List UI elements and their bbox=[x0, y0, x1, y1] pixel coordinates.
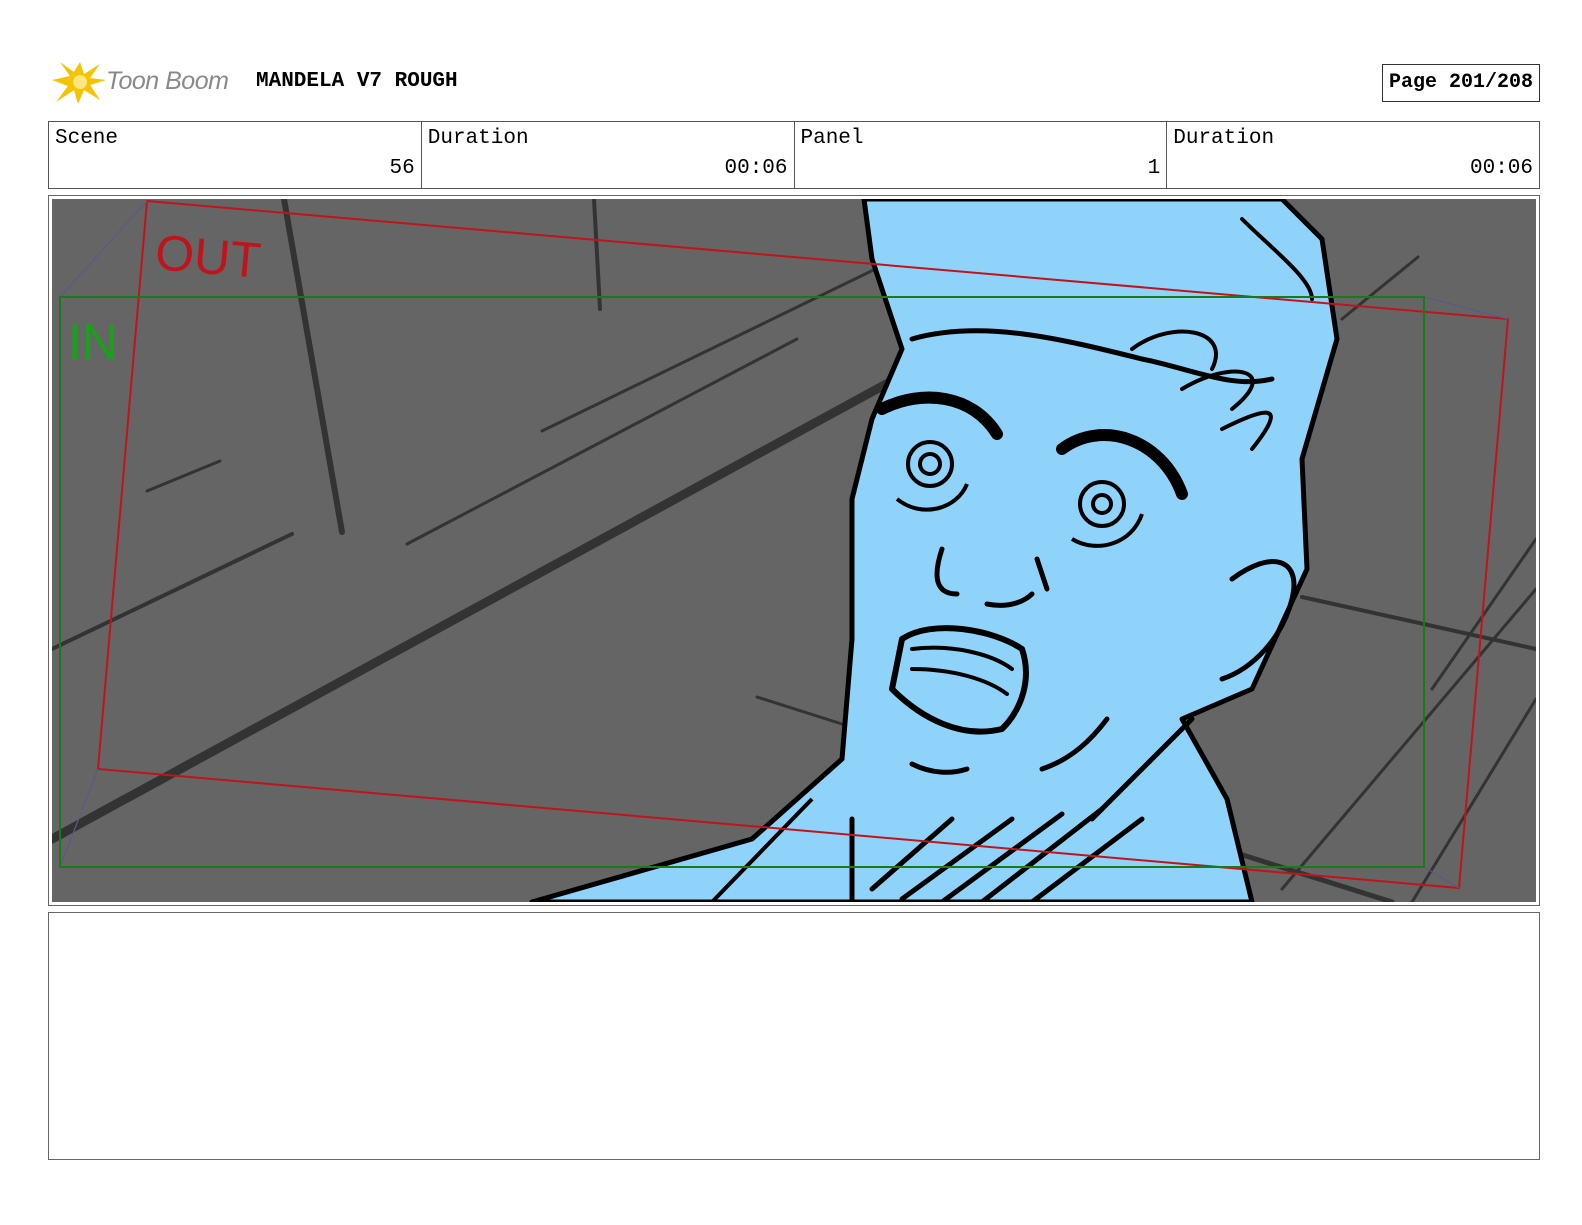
wall-line bbox=[281, 199, 345, 535]
panel-duration-value: 00:06 bbox=[1469, 157, 1533, 180]
panel-cell: Panel 1 bbox=[795, 122, 1168, 188]
page-number: Page 201/208 bbox=[1381, 64, 1540, 102]
panel-label: Panel bbox=[800, 127, 864, 150]
panel-value: 1 bbox=[1147, 157, 1161, 180]
panel-notes-box[interactable] bbox=[48, 912, 1540, 1160]
scene-label: Scene bbox=[55, 127, 119, 150]
page-header: Toon Boom MANDELA V7 ROUGH Page 201/208 bbox=[48, 56, 1540, 108]
wall-line bbox=[592, 199, 602, 311]
floor-line bbox=[405, 337, 799, 546]
out-frame-label: OUT bbox=[153, 224, 263, 289]
panel-duration-label: Duration bbox=[1173, 127, 1275, 150]
scene-value: 56 bbox=[389, 157, 415, 180]
floor-line bbox=[755, 695, 844, 726]
project-title: MANDELA V7 ROUGH bbox=[256, 70, 458, 93]
scene-cell: Scene 56 bbox=[49, 122, 422, 188]
floor-line bbox=[145, 459, 222, 493]
floor-line bbox=[52, 532, 294, 651]
panel-info-table: Scene 56 Duration 00:06 Panel 1 Duration… bbox=[48, 121, 1540, 189]
floor-line bbox=[52, 354, 937, 844]
starburst-icon bbox=[52, 62, 106, 104]
toon-boom-logo: Toon Boom bbox=[50, 58, 240, 106]
floor-line bbox=[1300, 595, 1536, 651]
floor-line bbox=[1280, 587, 1536, 891]
scene-duration-cell: Duration 00:06 bbox=[422, 122, 795, 188]
floor-line bbox=[1430, 537, 1536, 691]
panel-duration-cell: Duration 00:06 bbox=[1167, 122, 1539, 188]
scene-duration-value: 00:06 bbox=[724, 157, 788, 180]
logo-text: Toon Boom bbox=[106, 67, 229, 95]
in-frame-label: IN bbox=[68, 314, 118, 370]
scene-duration-label: Duration bbox=[427, 127, 529, 150]
character-figure bbox=[529, 199, 1340, 902]
storyboard-panel-image: OUT IN bbox=[52, 199, 1536, 902]
